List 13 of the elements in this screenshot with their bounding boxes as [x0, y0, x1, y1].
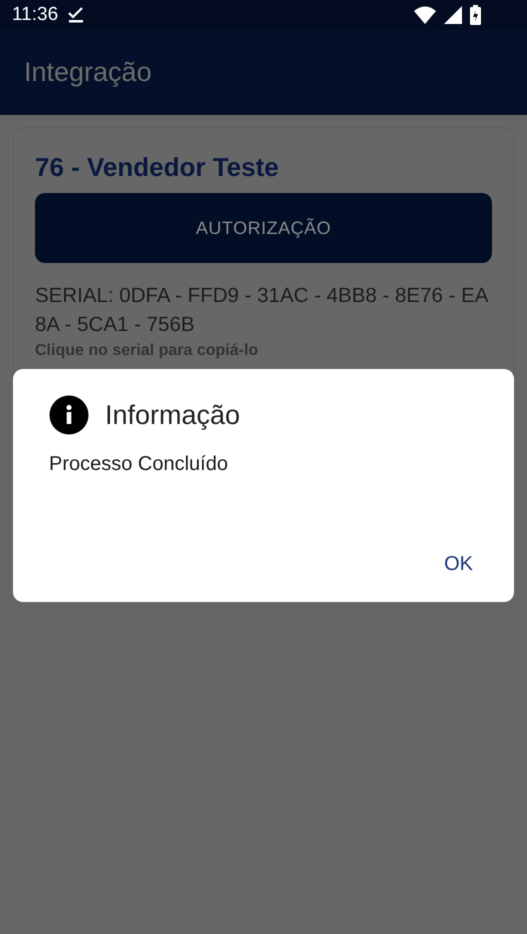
authorization-button[interactable]: AUTORIZAÇÃO: [35, 193, 492, 263]
info-icon: [49, 395, 89, 435]
dialog-message: Processo Concluído: [49, 453, 229, 476]
dialog-title: Informação: [105, 400, 240, 430]
wifi-icon: [414, 6, 436, 24]
app-title: Integração: [24, 57, 152, 88]
card-title: 76 - Vendedor Teste: [35, 152, 280, 183]
download-done-icon: [68, 7, 84, 23]
signal-icon: [444, 6, 462, 24]
ok-button[interactable]: OK: [436, 547, 481, 582]
serial-text[interactable]: SERIAL: 0DFA - FFD9 - 31AC - 4BB8 - 8E76 - EA8A - 5CA1 - 756B: [35, 281, 492, 339]
battery-icon: [470, 5, 481, 25]
clock: 11:36: [12, 4, 58, 26]
